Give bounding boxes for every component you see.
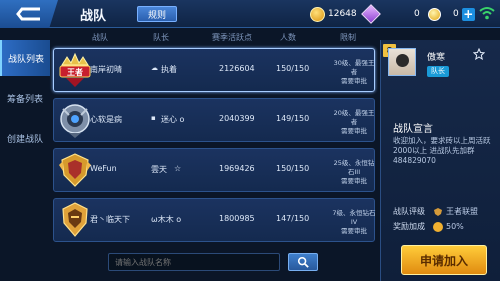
join-limit: 7级、永恒钻石IV 需要审批 [332, 209, 376, 235]
declaration-title: 战队宣言 [393, 124, 433, 135]
gold-amount: 12648 [328, 9, 357, 19]
gold-resource: 12648 [310, 6, 357, 22]
join-limit: 20级、最强王者 需要审批 [333, 109, 375, 135]
activity-points: 1800985 [219, 214, 255, 223]
team-rank-label: 战队评级 [393, 207, 425, 216]
header-limit: 限制 [340, 33, 356, 42]
captain-star-icon: ☆ [174, 164, 182, 173]
back-arrow-icon [16, 7, 40, 21]
wifi-icon [479, 7, 495, 20]
sidebar-item-team-list[interactable]: 战队列表 [0, 40, 50, 76]
search-input[interactable] [108, 253, 280, 271]
member-count: 150/150 [276, 64, 310, 73]
captain-rank-icon: ☁ [151, 64, 158, 72]
captain-rank-icon: ▪ [151, 114, 156, 122]
activity-points: 2126604 [219, 64, 255, 73]
gold-shield-emblem-icon [59, 153, 91, 187]
recharge-plus-button[interactable]: + [461, 7, 475, 21]
voucher-icon [428, 7, 441, 21]
sidebar: 战队列表 筹备列表 创建战队 [0, 40, 50, 160]
captain-name: 执着 [161, 65, 177, 74]
captain-avatar[interactable] [388, 48, 416, 76]
team-name: 心软是病 [90, 115, 122, 124]
header-members: 人数 [280, 33, 296, 42]
table-row[interactable]: WeFun 雲天 ☆ 1969426 150/150 25级、永恒钻石III 需… [53, 148, 375, 192]
svg-text:王者: 王者 [67, 67, 83, 77]
voucher-amount: 0 [453, 9, 459, 19]
search-button[interactable] [288, 253, 318, 271]
diamond-icon [361, 4, 381, 24]
activity-points: 2040399 [219, 114, 255, 123]
captain-name: ω木木 ο [151, 215, 182, 224]
table-row[interactable]: 心软是病 ▪ 迷心 ο 2040399 149/150 20级、最强王者 需要审… [53, 98, 375, 142]
search-icon [297, 256, 309, 268]
sidebar-item-create-team[interactable]: 创建战队 [0, 120, 50, 156]
team-name: WeFun [90, 164, 117, 173]
table-row[interactable]: 王者 南岸初晴 ☁ 执着 2126604 150/150 30级、最强王者 需要… [53, 48, 375, 92]
back-button[interactable] [0, 0, 58, 28]
member-count: 150/150 [276, 164, 310, 173]
header-team: 战队 [92, 33, 108, 42]
page-title: 战队 [80, 9, 107, 24]
bonus-coin-icon [433, 221, 443, 232]
join-limit: 25级、永恒钻石III 需要审批 [333, 159, 375, 185]
captain-name: 迷心 ο [161, 115, 185, 124]
top-bar: 战队 规则 12648 0 0 + [0, 0, 500, 28]
reward-bonus-value: 50% [446, 222, 464, 231]
team-rank-row: 战队评级 王者联盟 [393, 206, 478, 217]
team-detail-panel: 8 傲寒 队长 战队宣言 收迎加入，要求砖以上周活跃2000以上 进战队先加群 … [380, 40, 500, 281]
member-count: 149/150 [276, 114, 310, 123]
team-name: 南岸初晴 [90, 65, 122, 74]
king-crown-emblem-icon: 王者 [59, 52, 91, 87]
join-limit: 30级、最强王者 需要审批 [333, 59, 375, 85]
team-list: 王者 南岸初晴 ☁ 执着 2126604 150/150 30级、最强王者 需要… [53, 48, 376, 248]
rules-button[interactable]: 规则 [137, 6, 177, 22]
rank-star-icon [473, 48, 485, 60]
member-count: 147/150 [276, 214, 310, 223]
reward-bonus-row: 奖励加成 50% [393, 221, 464, 232]
activity-points: 1969426 [219, 164, 255, 173]
declaration-text: 收迎加入，要求砖以上周活跃2000以上 进战队先加群 484829070 [393, 136, 491, 165]
rank-emblem-icon [434, 207, 442, 216]
header-captain: 队长 [153, 33, 169, 42]
captain-tag-badge: 队长 [427, 66, 449, 77]
diamond-resource: 0 [361, 4, 420, 24]
captain-name: 雲天 [151, 165, 167, 174]
team-rank-value: 王者联盟 [446, 207, 478, 216]
table-row[interactable]: 君丶临天下 ω木木 ο 1800985 147/150 7级、永恒钻石IV 需要… [53, 198, 376, 242]
gold-helmet-emblem-icon [62, 202, 88, 237]
voucher-resource: 0 + [428, 6, 475, 22]
gold-coin-icon [310, 6, 325, 22]
team-name: 君丶临天下 [90, 215, 130, 224]
header-activity: 赛季活跃点 [212, 33, 252, 42]
diamond-amount: 0 [414, 9, 420, 19]
captain-name: 傲寒 [427, 53, 446, 63]
apply-join-button[interactable]: 申请加入 [401, 245, 487, 275]
table-header: 战队 队长 赛季活跃点 人数 限制 [55, 30, 373, 44]
silver-helmet-emblem-icon [60, 104, 90, 138]
sidebar-item-preparing-list[interactable]: 筹备列表 [0, 80, 50, 116]
reward-bonus-label: 奖励加成 [393, 222, 425, 231]
